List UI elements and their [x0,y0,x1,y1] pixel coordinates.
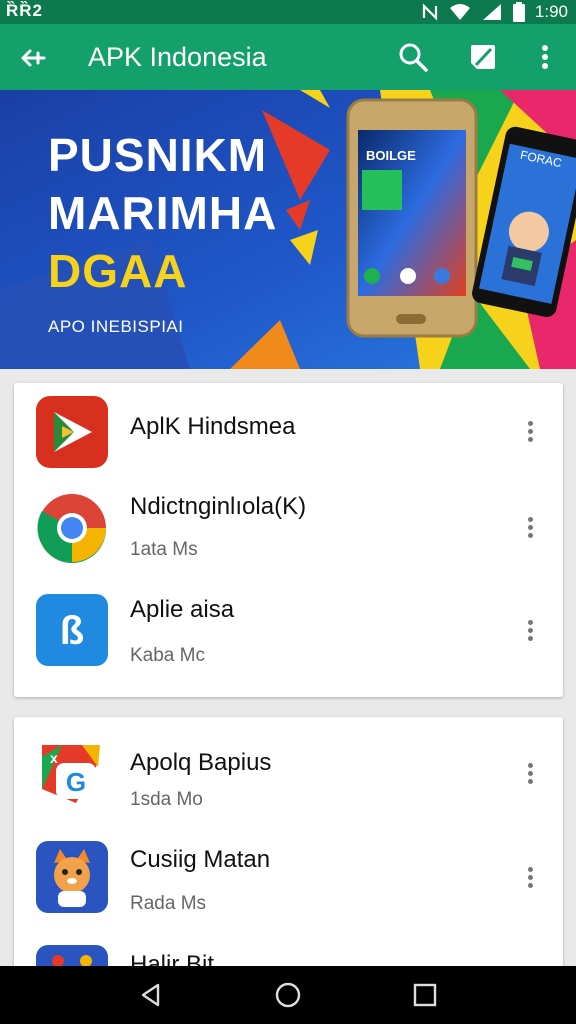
app-meta: Rada Ms [130,893,207,914]
search-icon[interactable] [396,40,430,74]
svg-text:x: x [50,750,58,766]
wifi-icon [449,4,470,20]
item-overflow-menu[interactable] [520,758,540,788]
app-bar: APK Indonesia [0,24,576,90]
more-vert-icon [520,416,540,446]
signal-icon [482,4,501,20]
app-list-card-2: G x Apolq Bapius 1sda Mo Cusiig Matan Ra… [14,717,563,977]
nfc-icon [422,3,438,21]
promo-banner[interactable]: PUSNIKM MARIMHA DGAA APO INEBISPIAI BOIL… [0,90,576,369]
item-overflow-menu[interactable] [520,416,540,446]
phone-screen-label: BOILGE [366,148,416,163]
status-time: 1:90 [534,2,568,21]
apk-store-icon [36,396,108,468]
more-vert-icon [520,615,540,645]
banner-headline-line-1: PUSNIKM [48,129,268,181]
cat-mascot-icon [36,841,108,913]
blue-app-icon: ß [36,594,108,666]
back-arrow-icon[interactable] [16,40,52,76]
app-name: Apolq Bapius [130,749,272,776]
navigation-bar [0,966,576,1024]
app-meta: 1ata Ms [130,539,198,560]
svg-text:G: G [66,767,86,797]
app-name: Aplie aisa [130,596,235,623]
edit-icon[interactable] [466,40,500,74]
more-vert-icon[interactable] [528,40,562,74]
svg-text:ß: ß [60,609,84,653]
app-meta: Kaba Mc [130,645,205,666]
list-item[interactable]: Cusiig Matan Rada Ms [14,829,563,929]
list-item[interactable]: ß Aplie aisa Kaba Mc [14,582,563,682]
more-vert-icon [520,512,540,542]
item-overflow-menu[interactable] [520,512,540,542]
google-colorful-icon: G x [42,745,100,803]
app-list-card-1: AplK Hindsmea Ndictnginlıola(K) 1ata Ms … [14,383,563,697]
list-item[interactable]: AplK Hindsmea [14,383,563,483]
app-name: AplK Hindsmea [130,413,296,440]
nav-recents-icon[interactable] [410,980,440,1010]
list-item[interactable]: G x Apolq Bapius 1sda Mo [14,723,563,823]
app-name: Cusiig Matan [130,846,271,873]
item-overflow-menu[interactable] [520,615,540,645]
more-vert-icon [520,758,540,788]
nav-back-icon[interactable] [136,980,166,1010]
battery-icon [512,2,525,22]
banner-headline-line-2: MARIMHA [48,187,278,239]
nav-home-icon[interactable] [273,980,303,1010]
chrome-icon [37,494,107,564]
page-title: APK Indonesia [88,42,267,72]
banner-headline-line-3: DGAA [48,245,188,297]
item-overflow-menu[interactable] [520,862,540,892]
status-left-text: ȐȐ2 [6,1,44,20]
more-vert-icon [520,862,540,892]
app-meta: 1sda Mo [130,789,203,810]
status-bar: ȐȐ2 1:90 [0,0,576,24]
banner-subtitle: APO INEBISPIAI [48,317,184,336]
app-name: Ndictnginlıola(K) [130,493,307,520]
list-item[interactable]: Ndictnginlıola(K) 1ata Ms [14,479,563,579]
